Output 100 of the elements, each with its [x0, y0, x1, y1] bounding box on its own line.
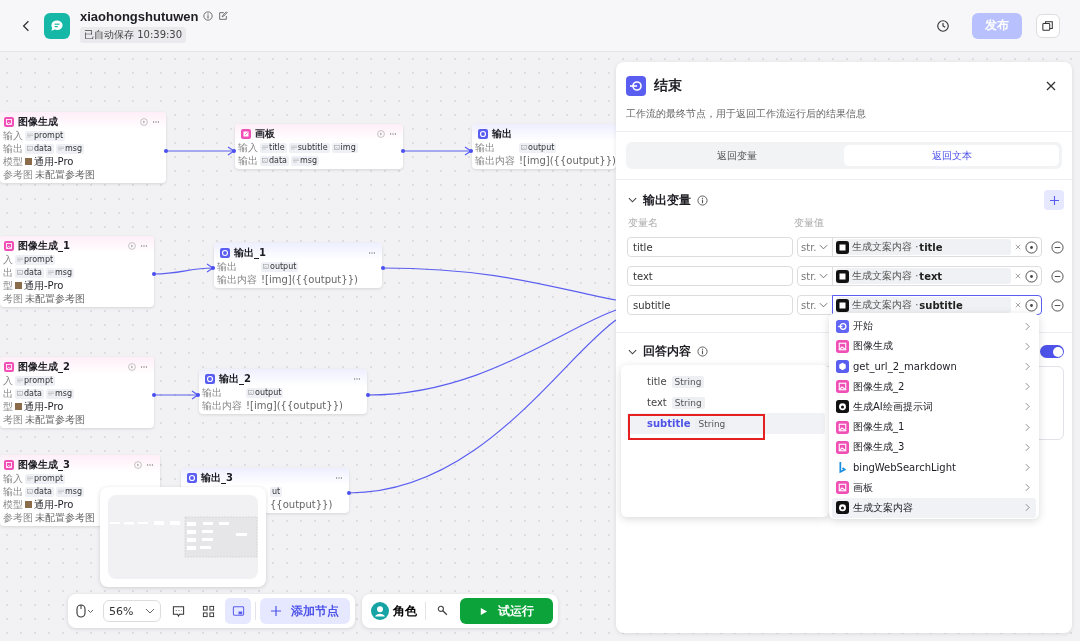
node-option[interactable]: 图像生成_2 — [832, 376, 1036, 397]
type-select[interactable]: str. — [797, 295, 833, 315]
info-icon[interactable] — [203, 11, 214, 21]
image-icon — [836, 339, 849, 353]
zoom-select[interactable]: 56% — [103, 600, 161, 622]
port-dot[interactable] — [347, 491, 351, 495]
string-type-icon — [262, 145, 268, 150]
section-title: 回答内容 — [643, 343, 691, 360]
field-label: 参考图 — [3, 511, 33, 524]
port-dot[interactable] — [152, 393, 156, 397]
node-option[interactable]: 生成AI绘画提示词 — [832, 396, 1036, 417]
image-type-icon — [521, 145, 527, 150]
board-node-icon — [241, 128, 251, 139]
variable-tag: subtitle — [288, 142, 330, 153]
field-value: ![img]({{output}}) — [261, 273, 358, 286]
port-dot[interactable] — [381, 266, 385, 270]
node-card[interactable]: 输出_2 输出 output 输出内容 ![img]({{output}}) — [199, 369, 367, 414]
history-icon[interactable] — [936, 18, 950, 33]
copy-button[interactable] — [1036, 13, 1060, 38]
field-label: 输出内容 — [475, 154, 516, 167]
image-type-icon — [248, 390, 254, 395]
node-option[interactable]: 生成文案内容 — [832, 497, 1036, 518]
node-option[interactable]: 画板 — [832, 477, 1036, 498]
port-dot[interactable] — [366, 393, 370, 397]
variable-name-field[interactable]: subtitle — [627, 295, 793, 315]
add-node-button[interactable]: 添加节点 — [260, 598, 350, 624]
port-dot[interactable] — [152, 272, 156, 276]
mode-tab[interactable]: 返回文本 — [844, 145, 1059, 166]
reference-field[interactable]: 生成文案内容 ·title — [832, 237, 1042, 257]
port-dot[interactable] — [469, 149, 473, 153]
minimap-icon — [231, 604, 245, 618]
remove-icon[interactable] — [1051, 240, 1064, 254]
field-value: 未配置参考图 — [35, 511, 95, 524]
image-icon — [836, 440, 849, 454]
clear-icon[interactable] — [1015, 273, 1021, 279]
info-icon[interactable] — [697, 346, 708, 357]
panel-description: 工作流的最终节点，用于返回工作流运行后的结果信息 — [616, 98, 1072, 132]
reference-chip: 生成文案内容 ·text — [836, 268, 1011, 284]
image-type-icon — [263, 264, 269, 269]
node-option[interactable]: bingWebSearchLight — [832, 457, 1036, 478]
port-dot[interactable] — [232, 149, 236, 153]
string-type-icon — [48, 391, 55, 396]
role-button[interactable]: 角色 — [367, 602, 421, 620]
field-label: 型 — [3, 400, 13, 413]
variable-name-field[interactable]: title — [627, 237, 793, 257]
string-type-icon — [290, 145, 297, 150]
node-card[interactable]: 图像生成_2 入 prompt 出 data msg 型 通用-Pro 考图 未配置参考图 — [0, 357, 154, 428]
variable-tag: msg — [56, 143, 85, 154]
minimap-button[interactable] — [225, 598, 251, 624]
toggle-switch[interactable] — [1040, 345, 1064, 358]
app-icon — [44, 12, 70, 39]
field-label: 入 — [3, 253, 13, 266]
chevron-icon[interactable] — [628, 197, 637, 203]
target-icon[interactable] — [1025, 269, 1038, 283]
clear-icon[interactable] — [1015, 302, 1021, 308]
target-icon[interactable] — [1025, 298, 1038, 312]
comment-icon — [171, 604, 185, 618]
reference-chip: 生成文案内容 ·subtitle — [836, 297, 1011, 313]
info-icon[interactable] — [697, 194, 708, 206]
node-card[interactable]: 输出 输出 output 输出内容 ![img]({{output}}) — [472, 124, 616, 169]
port-dot[interactable] — [164, 149, 168, 153]
target-icon[interactable] — [1025, 240, 1038, 254]
type-select[interactable]: str. — [797, 237, 833, 257]
node-option[interactable]: get_url_2_markdown — [832, 356, 1036, 377]
port-dot[interactable] — [196, 393, 200, 397]
port-dot[interactable] — [401, 149, 405, 153]
image-node-icon — [4, 361, 14, 372]
port-dot[interactable] — [211, 266, 215, 270]
add-icon[interactable] — [1044, 190, 1064, 210]
copy-icon — [1042, 19, 1054, 32]
field-option[interactable]: title String — [627, 371, 825, 392]
node-card[interactable]: 输出_1 输出 output 输出内容 ![img]({{output}}) — [214, 243, 382, 288]
edit-icon[interactable] — [218, 11, 229, 21]
field-value: {{output}}) — [270, 498, 333, 511]
variable-tag: data — [25, 143, 55, 154]
node-title: 图像生成_2 — [18, 359, 70, 374]
field-option[interactable]: text String — [627, 392, 825, 413]
close-icon[interactable] — [1046, 81, 1056, 91]
image-type-icon — [27, 146, 33, 151]
mode-tab[interactable]: 返回变量 — [629, 145, 844, 166]
field-label: 输出 — [217, 260, 238, 273]
back-icon[interactable] — [22, 19, 30, 32]
node-card[interactable]: 图像生成_1 入 prompt 出 data msg 型 通用-Pro 考图 未配置参考图 — [0, 236, 154, 307]
node-card[interactable]: 图像生成 输入 prompt 输出 data msg 模型 通用-Pro 参考图 未配置参考图 — [0, 112, 166, 183]
node-option[interactable]: 开始 — [832, 316, 1036, 337]
clear-icon[interactable] — [1015, 244, 1021, 250]
type-select[interactable]: str. — [797, 266, 833, 286]
node-option[interactable]: 图像生成_1 — [832, 416, 1036, 438]
variable-name-field[interactable]: text — [627, 266, 793, 286]
start-icon — [836, 319, 849, 333]
field-option[interactable]: subtitle String — [627, 413, 825, 434]
string-type-icon — [48, 270, 55, 275]
remove-icon[interactable] — [1051, 298, 1064, 312]
remove-icon[interactable] — [1051, 269, 1064, 283]
reference-field[interactable]: 生成文案内容 ·text — [832, 266, 1042, 286]
node-card[interactable]: 画板 输入 title subtitle img 输出 data msg — [235, 124, 403, 169]
chevron-icon[interactable] — [628, 348, 637, 355]
node-option[interactable]: 图像生成 — [832, 336, 1036, 357]
run-icon[interactable] — [377, 129, 385, 138]
node-option[interactable]: 图像生成_3 — [832, 437, 1036, 458]
